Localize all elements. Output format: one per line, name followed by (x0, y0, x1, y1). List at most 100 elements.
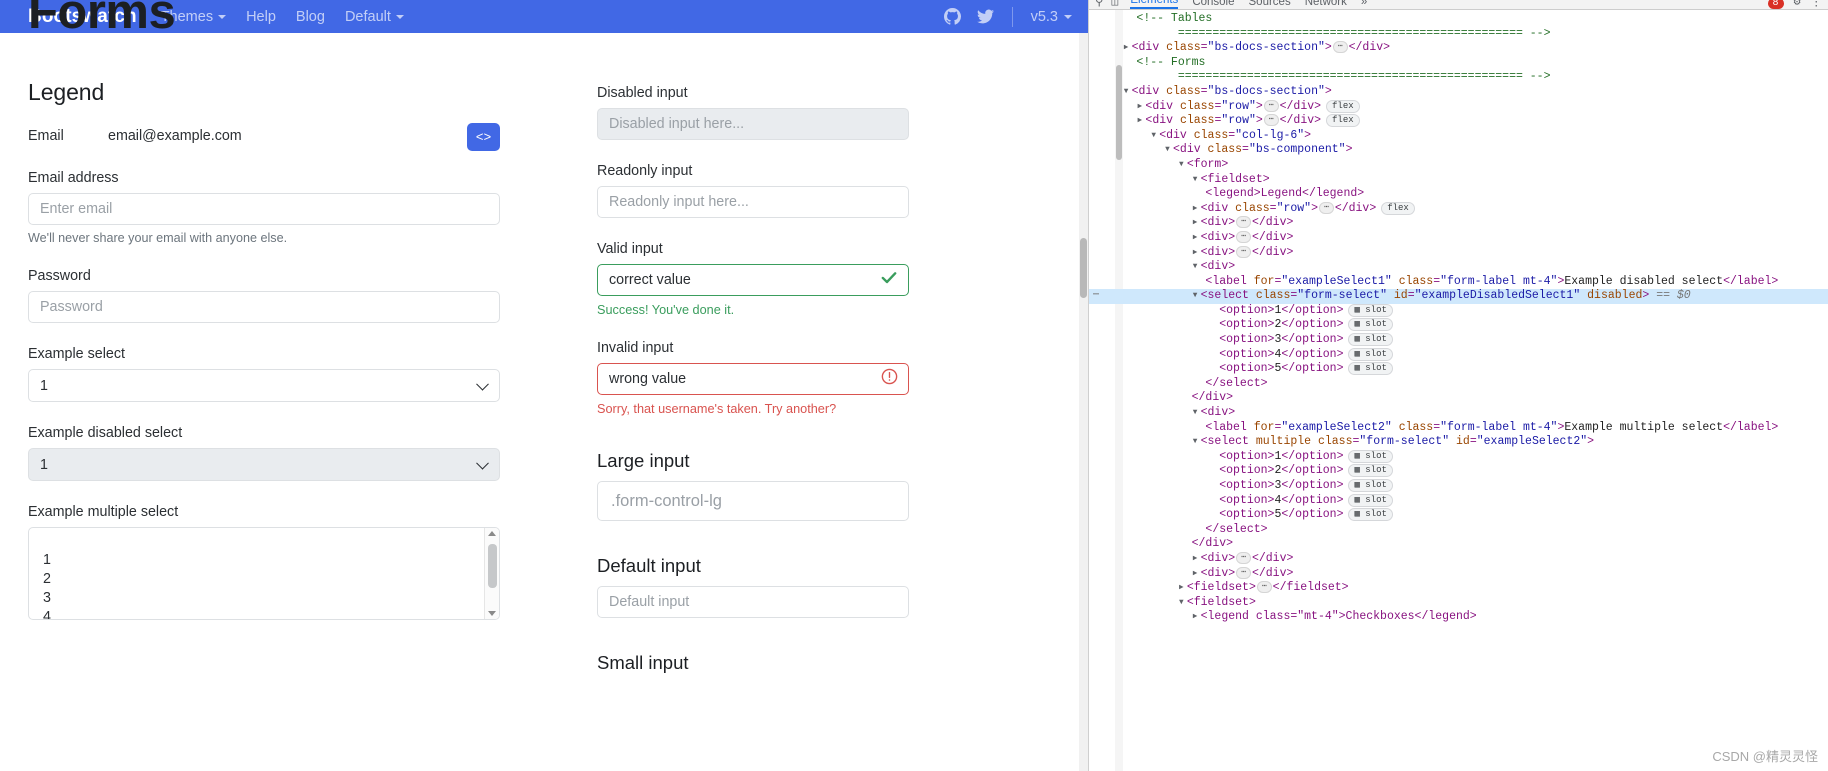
devtools-tree-line[interactable]: <label for="exampleSelect2" class="form-… (1089, 421, 1828, 436)
devtools-tree-line[interactable]: <option>4</option>▦ slot (1089, 348, 1828, 363)
tab-network[interactable]: Network (1305, 0, 1347, 9)
slot-badge[interactable]: ▦ slot (1348, 508, 1392, 521)
devtools-tree-line[interactable]: <legend class="mt-4">Checkboxes</legend> (1089, 610, 1828, 625)
devtools-elements-tree[interactable]: <!-- Tables ============================… (1089, 10, 1828, 771)
device-toolbar-icon[interactable]: ◫ (1111, 0, 1118, 9)
disclosure-triangle-icon[interactable] (1178, 158, 1187, 173)
devtools-tree-line[interactable]: <div class="bs-docs-section">⋯</div> (1089, 41, 1828, 56)
disclosure-triangle-icon[interactable] (1192, 216, 1201, 231)
disclosure-triangle-icon[interactable] (1192, 406, 1201, 421)
view-source-button[interactable]: <> (467, 123, 500, 151)
devtools-tree-line[interactable]: <option>5</option>▦ slot (1089, 508, 1828, 523)
devtools-tree-line[interactable]: <div>⋯</div> (1089, 552, 1828, 567)
devtools-tree-line[interactable]: <div>⋯</div> (1089, 231, 1828, 246)
nav-link-blog[interactable]: Blog (296, 9, 325, 25)
list-item[interactable]: 4 (29, 607, 499, 620)
disclosure-triangle-icon[interactable] (1123, 85, 1132, 100)
list-item[interactable]: 1 (29, 550, 499, 569)
flex-badge[interactable]: flex (1326, 114, 1360, 127)
slot-badge[interactable]: ▦ slot (1348, 304, 1392, 317)
devtools-tree-line[interactable]: </div> (1089, 391, 1828, 406)
large-input[interactable] (597, 481, 909, 521)
example-multiple-select[interactable]: 1 2 3 4 (28, 527, 500, 620)
devtools-tree-line[interactable]: <option>2</option>▦ slot (1089, 318, 1828, 333)
github-icon[interactable] (944, 8, 961, 25)
devtools-tree-line[interactable]: <fieldset> (1089, 173, 1828, 188)
disclosure-triangle-icon[interactable] (1178, 596, 1187, 611)
devtools-tree-line[interactable]: <option>1</option>▦ slot (1089, 450, 1828, 465)
devtools-tree-line[interactable]: <div>⋯</div> (1089, 567, 1828, 582)
disclosure-triangle-icon[interactable] (1192, 435, 1201, 450)
disclosure-triangle-icon[interactable] (1164, 143, 1173, 158)
devtools-tree-line[interactable]: <div> (1089, 260, 1828, 275)
tab-more[interactable]: » (1361, 0, 1367, 9)
devtools-tree-line[interactable]: <div class="col-lg-6"> (1089, 129, 1828, 144)
disclosure-triangle-icon[interactable] (1192, 173, 1201, 188)
list-item[interactable]: 2 (29, 569, 499, 588)
slot-badge[interactable]: ▦ slot (1348, 348, 1392, 361)
tab-sources[interactable]: Sources (1249, 0, 1291, 9)
disclosure-triangle-icon[interactable] (1123, 41, 1132, 56)
slot-badge[interactable]: ▦ slot (1348, 450, 1392, 463)
example-select[interactable]: 1 (28, 369, 500, 402)
invalid-input[interactable] (597, 363, 909, 395)
more-vertical-icon[interactable]: ⋮ (1811, 0, 1823, 9)
nav-link-help[interactable]: Help (246, 9, 276, 25)
devtools-tree-line[interactable]: <!-- Forms (1089, 56, 1828, 71)
devtools-tree-line[interactable]: <div>⋯</div> (1089, 216, 1828, 231)
disclosure-triangle-icon[interactable] (1192, 552, 1201, 567)
slot-badge[interactable]: ▦ slot (1348, 464, 1392, 477)
inspect-icon[interactable]: ⚲ (1095, 0, 1103, 9)
devtools-tree-line[interactable]: <div> (1089, 406, 1828, 421)
email-input[interactable] (28, 193, 500, 225)
devtools-tree-line[interactable]: <div class="row">⋯</div>flex (1089, 100, 1828, 115)
page-scrollbar-thumb[interactable] (1080, 238, 1087, 298)
devtools-tree-line[interactable]: <option>2</option>▦ slot (1089, 464, 1828, 479)
disclosure-triangle-icon[interactable] (1192, 231, 1201, 246)
list-item[interactable]: 3 (29, 588, 499, 607)
disclosure-triangle-icon[interactable] (1192, 567, 1201, 582)
error-count-badge[interactable]: 8 (1768, 0, 1784, 9)
devtools-tree-line[interactable]: </div> (1089, 537, 1828, 552)
version-dropdown[interactable]: v5.3 (1031, 9, 1072, 25)
password-input[interactable] (28, 291, 500, 323)
scroll-up-icon[interactable] (488, 531, 496, 536)
slot-badge[interactable]: ▦ slot (1348, 333, 1392, 346)
multiple-select-scrollbar[interactable] (484, 528, 499, 619)
nav-link-default[interactable]: Default (345, 9, 404, 25)
devtools-tree-line[interactable]: </select> (1089, 523, 1828, 538)
disclosure-triangle-icon[interactable] (1192, 289, 1201, 304)
default-input[interactable] (597, 586, 909, 618)
devtools-tree-line[interactable]: <fieldset> (1089, 596, 1828, 611)
gear-icon[interactable]: ⚙ (1794, 0, 1801, 9)
devtools-tree-line[interactable]: <div>⋯</div> (1089, 246, 1828, 261)
devtools-tree-line[interactable]: <fieldset>⋯</fieldset> (1089, 581, 1828, 596)
disclosure-triangle-icon[interactable] (1192, 260, 1201, 275)
devtools-tree-line[interactable]: <form> (1089, 158, 1828, 173)
disclosure-triangle-icon[interactable] (1178, 581, 1187, 596)
tab-console[interactable]: Console (1192, 0, 1234, 9)
devtools-tree-line[interactable]: <option>3</option>▦ slot (1089, 333, 1828, 348)
devtools-tree-line[interactable]: <option>1</option>▦ slot (1089, 304, 1828, 319)
devtools-tree-line[interactable]: <option>5</option>▦ slot (1089, 362, 1828, 377)
devtools-tree-line[interactable]: <!-- Tables (1089, 12, 1828, 27)
devtools-tree-line[interactable]: <label for="exampleSelect1" class="form-… (1089, 275, 1828, 290)
flex-badge[interactable]: flex (1326, 100, 1360, 113)
devtools-tree-line[interactable]: <div class="row">⋯</div>flex (1089, 202, 1828, 217)
devtools-tree-line[interactable]: <select multiple class="form-select" id=… (1089, 435, 1828, 450)
slot-badge[interactable]: ▦ slot (1348, 318, 1392, 331)
devtools-tree-line[interactable]: <div class="row">⋯</div>flex (1089, 114, 1828, 129)
slot-badge[interactable]: ▦ slot (1348, 479, 1392, 492)
disclosure-triangle-icon[interactable] (1192, 202, 1201, 217)
devtools-tree-line[interactable]: <div class="bs-docs-section"> (1089, 85, 1828, 100)
devtools-tree-line[interactable]: <option>4</option>▦ slot (1089, 494, 1828, 509)
valid-input[interactable] (597, 264, 909, 296)
tab-elements[interactable]: Elements (1130, 0, 1178, 9)
page-scrollbar[interactable] (1079, 33, 1088, 771)
twitter-icon[interactable] (977, 8, 994, 25)
slot-badge[interactable]: ▦ slot (1348, 362, 1392, 375)
disclosure-triangle-icon[interactable] (1150, 129, 1159, 144)
readonly-input[interactable] (597, 186, 909, 218)
flex-badge[interactable]: flex (1381, 202, 1415, 215)
scrollbar-thumb[interactable] (488, 544, 497, 588)
